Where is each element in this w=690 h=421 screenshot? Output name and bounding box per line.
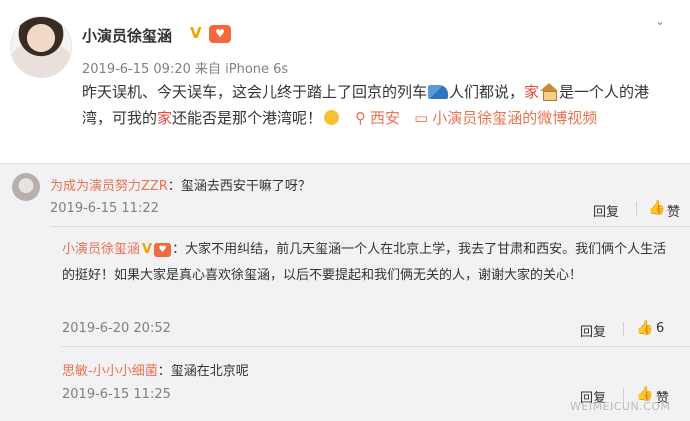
thumbs-up-icon[interactable]: 👍 — [636, 320, 653, 336]
post-text: 昨天误机、今天误车，这会儿终于踏上了回京的列车 人们都说，家 是一个人的港湾，可我的… — [82, 79, 672, 131]
reply-body: ：大家不用纠结，前几天玺涵一个人在北京上学，我去了甘肃和西安。我们俩个人生活的挺… — [62, 242, 667, 283]
post-text-part: 人们都说， — [449, 83, 525, 101]
post-text-home: 家 — [157, 109, 173, 127]
author-name[interactable]: 小演员徐玺涵 — [82, 25, 172, 46]
comment-divider — [62, 346, 690, 347]
post-text-home: 家 — [524, 83, 540, 101]
member-level-icon: ♥ — [209, 25, 231, 43]
reply-time: 2019-6-20 20:52 — [62, 321, 171, 336]
location-link[interactable]: 西安 — [370, 109, 400, 127]
verified-badge-icon: V — [190, 24, 202, 42]
reply-button[interactable]: 回复 — [580, 321, 606, 340]
like-button-label[interactable]: 赞 — [667, 201, 680, 220]
post-meta: 2019-6-15 09:20 来自 iPhone 6s — [82, 62, 289, 77]
location-pin-icon: ⚲ — [355, 109, 367, 127]
thumbs-up-icon[interactable]: 👍 — [648, 200, 665, 216]
chevron-down-icon[interactable]: ⌄ — [655, 14, 667, 28]
author-avatar[interactable] — [10, 16, 72, 78]
watermark: WEIMEICUN.COM — [570, 400, 671, 413]
action-divider — [636, 202, 637, 216]
train-icon — [428, 85, 449, 99]
comment-body: ：玺涵去西安干嘛了呀？ — [167, 179, 311, 194]
reply-text: 思敏-小小小细菌：玺涵在北京呢 — [62, 360, 249, 379]
house-icon — [540, 83, 559, 101]
weibo-post: 小演员徐玺涵 V ♥ ⌄ 2019-6-15 09:20 来自 iPhone 6… — [0, 0, 690, 163]
reply-author[interactable]: 小演员徐玺涵 — [62, 242, 140, 257]
verified-badge-icon: V — [142, 242, 153, 257]
reply-button[interactable]: 回复 — [593, 201, 619, 220]
comment-divider — [50, 226, 690, 227]
action-divider — [623, 322, 624, 336]
comment-time: 2019-6-15 11:22 — [50, 201, 159, 216]
video-link[interactable]: 小演员徐玺涵的微博视频 — [432, 109, 597, 127]
reply-text: 小演员徐玺涵 V ♥ ：大家不用纠结，前几天玺涵一个人在北京上学，我去了甘肃和西安。我… — [62, 237, 672, 289]
comment-text: 为成为演员努力ZZR：玺涵去西安干嘛了呀？ — [50, 175, 311, 194]
reply-author[interactable]: 思敏-小小小细菌 — [62, 364, 158, 379]
post-text-part: 还能否是那个港湾呢！ — [172, 109, 323, 127]
member-level-icon: ♥ — [154, 243, 172, 257]
comment-author[interactable]: 为成为演员努力ZZR — [50, 179, 168, 194]
post-text-part: 昨天误机、今天误车，这会儿终于踏上了回京的列车 — [82, 83, 428, 101]
thumbs-up-icon[interactable]: 👍 — [636, 386, 653, 402]
reply-body: ：玺涵在北京呢 — [157, 364, 249, 379]
video-icon: ▭ — [414, 109, 429, 127]
commenter-avatar[interactable] — [12, 173, 40, 201]
sad-face-icon — [324, 110, 340, 125]
reply-time: 2019-6-15 11:25 — [62, 387, 171, 402]
like-count[interactable]: 6 — [656, 321, 664, 336]
